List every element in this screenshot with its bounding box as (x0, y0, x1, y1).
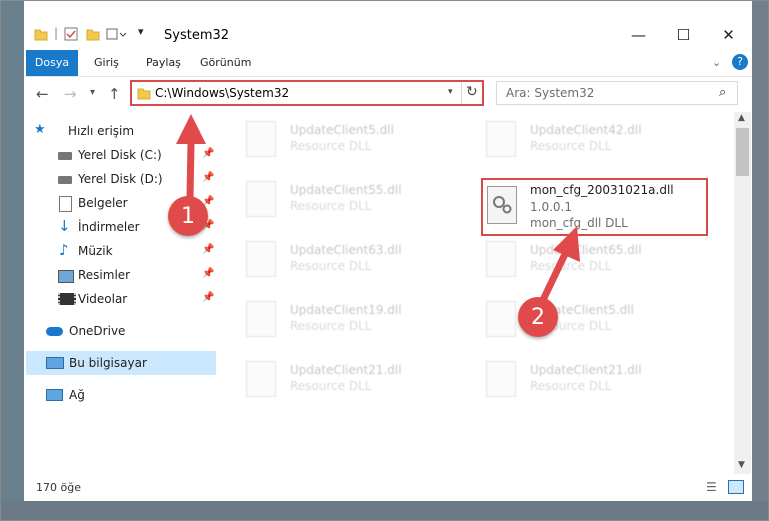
arrow-2-shaft (539, 250, 570, 302)
arrow-1-head (176, 114, 206, 144)
step-2-badge: 2 (518, 297, 558, 337)
step-1-badge: 1 (168, 196, 208, 236)
arrow-1-shaft (186, 141, 195, 199)
annotation-arrows (176, 114, 580, 302)
